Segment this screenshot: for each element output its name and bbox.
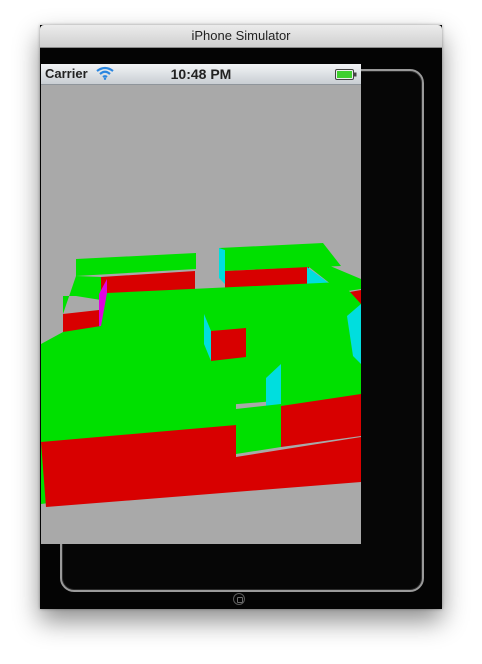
wall-top [76, 276, 101, 300]
status-bar: Carrier 10:48 PM [41, 64, 361, 85]
wall-face-cyan [219, 248, 225, 284]
wall-face-red [211, 328, 246, 361]
maze-3d-view[interactable] [41, 84, 361, 544]
battery-icon [335, 69, 357, 80]
home-button[interactable] [233, 593, 245, 605]
window-titlebar[interactable]: iPhone Simulator [40, 25, 442, 48]
wall-top [63, 276, 76, 314]
wall-top [236, 404, 281, 454]
device-screen[interactable]: Carrier 10:48 PM [41, 64, 361, 544]
window-title: iPhone Simulator [191, 28, 291, 43]
status-time: 10:48 PM [170, 66, 232, 82]
